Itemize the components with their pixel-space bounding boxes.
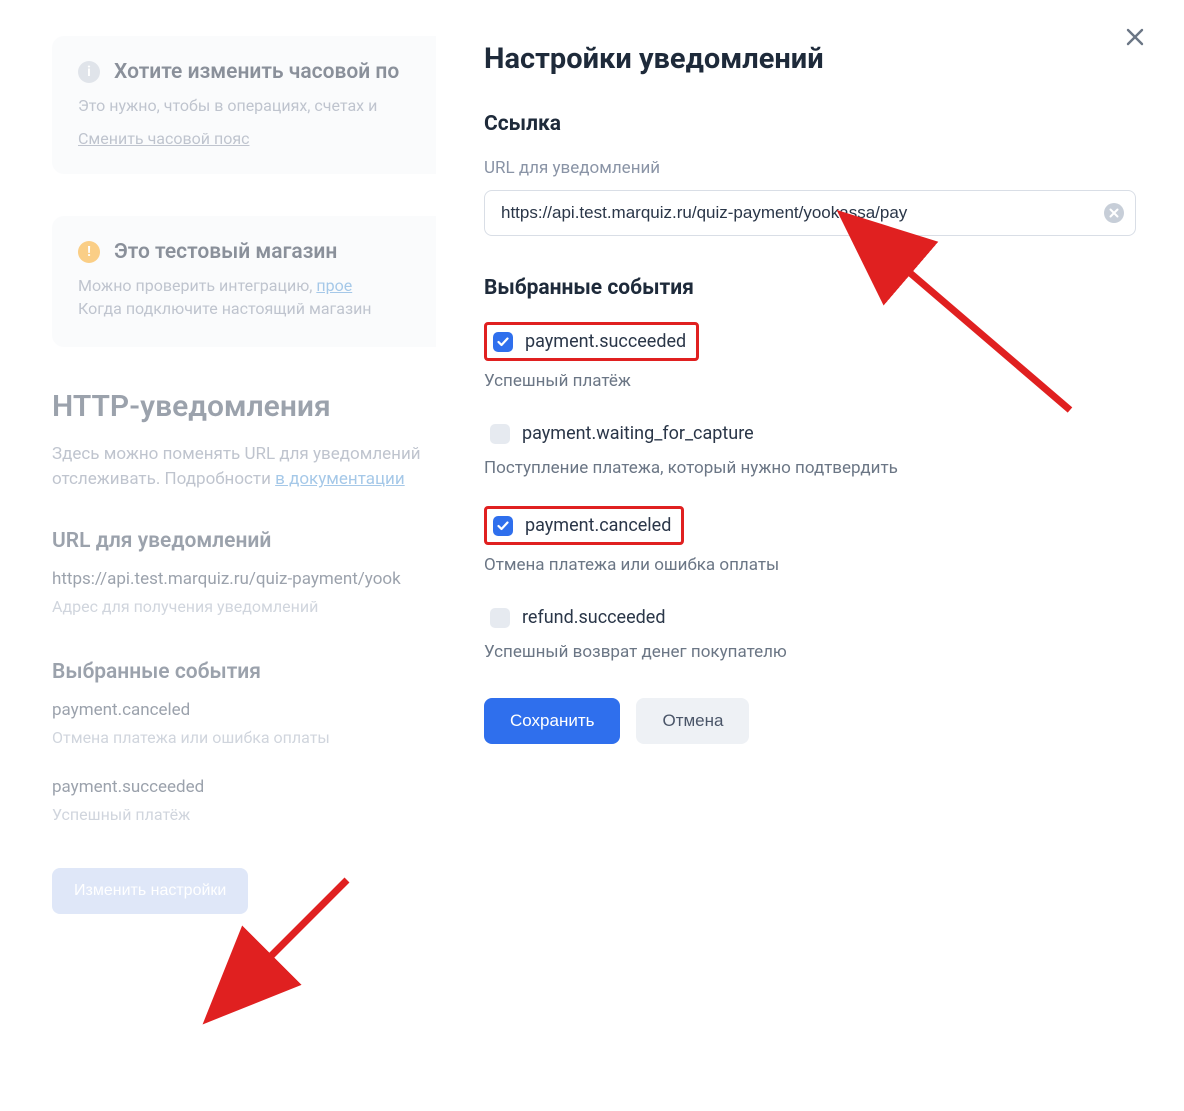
event-label: payment.waiting_for_capture (522, 423, 754, 444)
cancel-button[interactable]: Отмена (636, 698, 749, 744)
event-desc: Отмена платежа или ошибка оплаты (484, 555, 1136, 575)
event-block: payment.succeeded Успешный платёж (484, 322, 1136, 391)
check-icon (497, 521, 509, 531)
link-section-heading: Ссылка (484, 112, 1136, 136)
clear-input-button[interactable] (1104, 203, 1124, 223)
event-checkbox-refund-succeeded[interactable] (490, 608, 510, 628)
annotation-highlight: payment.canceled (484, 506, 684, 545)
check-icon (497, 337, 509, 347)
event-block: payment.canceled Отмена платежа или ошиб… (484, 506, 1136, 575)
close-icon (1125, 27, 1145, 47)
notification-settings-panel: Настройки уведомлений Ссылка URL для уве… (436, 0, 1184, 1111)
event-label: refund.succeeded (522, 607, 666, 628)
events-section-heading: Выбранные события (484, 276, 1136, 300)
event-block: refund.succeeded Успешный возврат денег … (484, 603, 1136, 662)
event-checkbox-waiting-for-capture[interactable] (490, 424, 510, 444)
event-desc: Успешный возврат денег покупателю (484, 642, 1136, 662)
event-label: payment.canceled (525, 515, 671, 536)
event-label: payment.succeeded (525, 331, 686, 352)
event-block: payment.waiting_for_capture Поступление … (484, 419, 1136, 478)
save-button[interactable]: Сохранить (484, 698, 620, 744)
url-input-wrap (484, 190, 1136, 236)
annotation-highlight: payment.succeeded (484, 322, 699, 361)
event-desc: Поступление платежа, который нужно подтв… (484, 458, 1136, 478)
close-button[interactable] (1122, 24, 1148, 50)
url-input[interactable] (484, 190, 1136, 236)
url-input-label: URL для уведомлений (484, 158, 1136, 178)
panel-title: Настройки уведомлений (484, 42, 1136, 76)
event-checkbox-payment-canceled[interactable] (493, 516, 513, 536)
clear-icon (1109, 208, 1119, 218)
event-checkbox-payment-succeeded[interactable] (493, 332, 513, 352)
event-desc: Успешный платёж (484, 371, 1136, 391)
panel-actions: Сохранить Отмена (484, 698, 1136, 744)
